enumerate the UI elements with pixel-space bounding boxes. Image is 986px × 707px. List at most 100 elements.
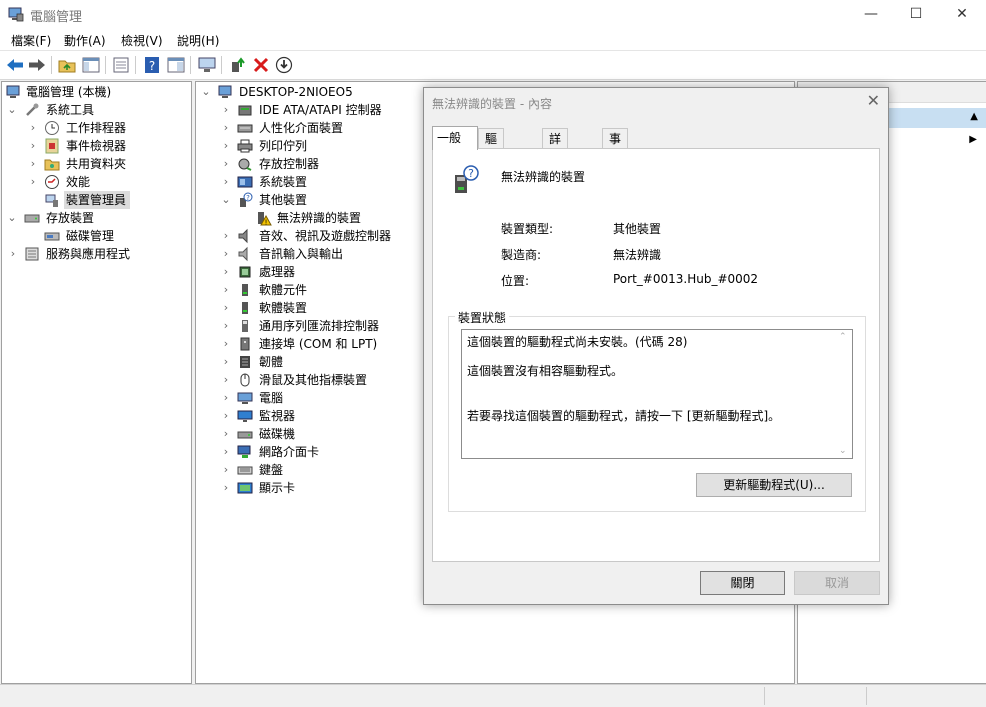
keyboard-icon [237,466,253,475]
tab-details[interactable]: 詳細資料 [542,128,569,206]
close-window-button[interactable]: ✕ [939,0,985,28]
tree-node-storage[interactable]: 存放裝置 [46,209,94,227]
chevron-right-icon[interactable]: › [221,445,231,458]
status-scrollbar[interactable]: ⌃ ⌄ [835,330,852,458]
scan-hardware-icon[interactable] [197,55,217,75]
forward-arrow-icon[interactable] [27,55,47,75]
system-tools-icon [26,103,39,116]
device-category[interactable]: 連接埠 (COM 和 LPT) [259,335,377,353]
chevron-right-icon[interactable]: › [221,247,231,260]
chevron-right-icon[interactable]: › [28,121,38,134]
chevron-right-icon[interactable]: › [221,373,231,386]
device-category[interactable]: IDE ATA/ATAPI 控制器 [259,101,382,119]
device-category[interactable]: 滑鼠及其他指標裝置 [259,371,367,389]
device-category[interactable]: 系統裝置 [259,173,307,191]
device-category-other[interactable]: 其他裝置 [259,191,307,209]
chevron-right-icon[interactable]: › [8,247,18,260]
device-category[interactable]: 通用序列匯流排控制器 [259,317,379,335]
device-category[interactable]: 處理器 [259,263,295,281]
device-category[interactable]: 電腦 [259,389,283,407]
chevron-down-icon[interactable]: ⌄ [7,211,17,224]
back-arrow-icon[interactable] [5,55,25,75]
chevron-right-icon[interactable]: › [221,463,231,476]
tree-node-disk-management[interactable]: 磁碟管理 [66,227,114,245]
device-category[interactable]: 音效、視訊及遊戲控制器 [259,227,391,245]
help-icon[interactable]: ? [142,55,162,75]
chevron-right-icon[interactable]: › [221,265,231,278]
up-folder-icon[interactable] [57,55,77,75]
collapse-triangle-icon[interactable]: ▲ [970,111,978,122]
device-status-textbox[interactable]: 這個裝置的驅動程式尚未安裝。(代碼 28) 這個裝置沒有相容驅動程式。 若要尋找… [461,329,853,459]
device-category[interactable]: 音訊輸入與輸出 [259,245,343,263]
menu-action[interactable]: 動作(A) [64,32,106,49]
device-tree-root[interactable]: DESKTOP-2NIOEO5 [239,83,353,101]
chevron-right-icon[interactable]: › [221,337,231,350]
show-hide-tree-icon[interactable] [81,55,101,75]
minimize-button[interactable]: — [848,0,894,28]
tree-node-system-tools[interactable]: 系統工具 [46,101,94,119]
device-category[interactable]: 韌體 [259,353,283,371]
device-category[interactable]: 監視器 [259,407,295,425]
device-unknown[interactable]: 無法辨識的裝置 [277,209,361,227]
menu-file[interactable]: 檔案(F) [11,32,51,49]
tab-events[interactable]: 事件 [602,128,629,166]
disable-device-icon[interactable] [274,55,294,75]
chevron-right-icon[interactable]: › [28,175,38,188]
tab-general[interactable]: 一般 [432,126,478,150]
tree-node-services-apps[interactable]: 服務與應用程式 [46,245,130,263]
chevron-right-icon[interactable]: › [221,283,231,296]
tab-driver[interactable]: 驅動程式 [478,128,505,206]
chevron-right-icon[interactable]: › [28,139,38,152]
device-category[interactable]: 軟體元件 [259,281,307,299]
chevron-right-icon[interactable]: › [221,355,231,368]
device-category[interactable]: 網路介面卡 [259,443,319,461]
chevron-right-icon[interactable]: › [221,301,231,314]
chevron-right-icon[interactable]: › [221,157,231,170]
chevron-right-icon[interactable]: › [28,157,38,170]
tree-node-shared-folders[interactable]: 共用資料夾 [66,155,126,173]
update-driver-icon[interactable] [228,55,248,75]
menu-help[interactable]: 說明(H) [177,32,219,49]
tree-node-task-scheduler[interactable]: 工作排程器 [66,119,126,137]
close-button[interactable]: 關閉 [700,571,785,595]
update-driver-button[interactable]: 更新驅動程式(U)... [696,473,852,497]
tree-node-computer-management[interactable]: 電腦管理 (本機) [26,83,111,101]
chevron-down-icon[interactable]: ⌄ [201,85,211,98]
chevron-right-icon[interactable]: › [221,481,231,494]
chevron-right-icon[interactable]: › [221,121,231,134]
scroll-up-icon[interactable]: ⌃ [839,332,847,342]
prop-value-location: Port_#0013.Hub_#0002 [613,272,759,286]
scroll-down-icon[interactable]: ⌄ [839,446,847,456]
tree-node-event-viewer[interactable]: 事件檢視器 [66,137,126,155]
dialog-close-icon[interactable]: ✕ [867,91,880,110]
more-actions-arrow-icon[interactable]: ▶ [969,134,977,145]
chevron-down-icon[interactable]: ⌄ [7,103,17,116]
device-category[interactable]: 列印佇列 [259,137,307,155]
prop-label-device-type: 裝置類型: [501,222,554,236]
performance-icon [45,175,59,189]
maximize-button[interactable]: ☐ [893,0,939,28]
chevron-right-icon[interactable]: › [221,409,231,422]
chevron-right-icon[interactable]: › [221,139,231,152]
tree-node-performance[interactable]: 效能 [66,173,90,191]
device-category[interactable]: 存放控制器 [259,155,319,173]
device-category[interactable]: 磁碟機 [259,425,295,443]
device-category[interactable]: 鍵盤 [259,461,283,479]
chevron-right-icon[interactable]: › [221,319,231,332]
device-category[interactable]: 顯示卡 [259,479,295,497]
menu-view[interactable]: 檢視(V) [121,32,163,49]
chevron-right-icon[interactable]: › [221,427,231,440]
properties-icon[interactable] [111,55,131,75]
device-category[interactable]: 軟體裝置 [259,299,307,317]
chevron-right-icon[interactable]: › [221,175,231,188]
tree-node-device-manager[interactable]: 裝置管理員 [66,191,126,209]
chevron-down-icon[interactable]: ⌄ [221,193,231,206]
view-icon[interactable] [166,55,186,75]
chevron-right-icon[interactable]: › [221,103,231,116]
uninstall-icon[interactable] [251,55,271,75]
chevron-right-icon[interactable]: › [221,391,231,404]
cancel-button[interactable]: 取消 [794,571,880,595]
device-category[interactable]: 人性化介面裝置 [259,119,343,137]
chevron-right-icon[interactable]: › [221,229,231,242]
toolbar: ? [0,51,986,80]
